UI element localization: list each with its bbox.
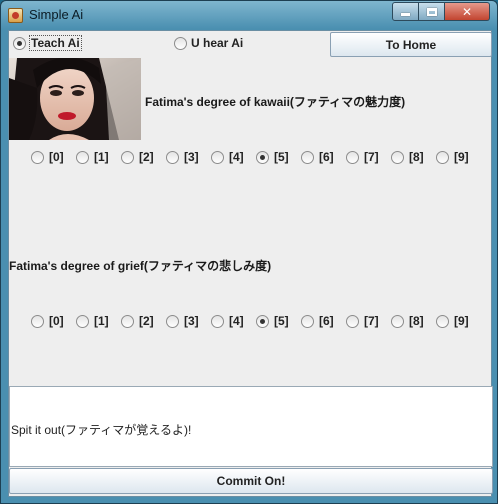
hear-ai-label: U hear Ai xyxy=(191,36,244,50)
kawaii-option-6[interactable]: [6] xyxy=(301,150,334,164)
kawaii-option-0[interactable]: [0] xyxy=(31,150,64,164)
radio-icon xyxy=(166,314,179,328)
commit-button[interactable]: Commit On! xyxy=(9,468,493,494)
radio-icon xyxy=(76,150,89,164)
kawaii-scale: [0] [1] [2] [3] [4] [5] [6] [7] [8] [9] xyxy=(31,150,481,166)
kawaii-option-4[interactable]: [4] xyxy=(211,150,244,164)
grief-option-8[interactable]: [8] xyxy=(391,314,424,328)
kawaii-option-8[interactable]: [8] xyxy=(391,150,424,164)
radio-icon xyxy=(121,150,134,164)
option-label: [1] xyxy=(94,314,109,328)
radio-icon xyxy=(436,314,449,328)
window-title: Simple Ai xyxy=(29,7,84,22)
radio-icon xyxy=(301,150,314,164)
app-window: Simple Ai ✕ Teach Ai U hear Ai To Home F… xyxy=(0,0,498,504)
option-label: [9] xyxy=(454,314,469,328)
option-label: [4] xyxy=(229,314,244,328)
radio-icon xyxy=(301,314,314,328)
option-label: [0] xyxy=(49,314,64,328)
portrait-image xyxy=(9,58,141,140)
kawaii-option-1[interactable]: [1] xyxy=(76,150,109,164)
message-input[interactable]: Spit it out(ファティマが覚えるよ)! xyxy=(9,386,493,467)
grief-option-1[interactable]: [1] xyxy=(76,314,109,328)
kawaii-option-3[interactable]: [3] xyxy=(166,150,199,164)
option-label: [1] xyxy=(94,150,109,164)
option-label: [2] xyxy=(139,314,154,328)
teach-ai-radio[interactable]: Teach Ai xyxy=(13,35,82,51)
option-label: [0] xyxy=(49,150,64,164)
grief-label: Fatima's degree of grief(ファティマの悲しみ度) xyxy=(9,259,272,273)
option-label: [8] xyxy=(409,314,424,328)
radio-icon xyxy=(256,314,269,328)
radio-icon xyxy=(346,314,359,328)
kawaii-option-5[interactable]: [5] xyxy=(256,150,289,164)
option-label: [3] xyxy=(184,150,199,164)
kawaii-option-9[interactable]: [9] xyxy=(436,150,469,164)
radio-icon xyxy=(211,314,224,328)
window-controls: ✕ xyxy=(392,2,490,21)
main-panel: Teach Ai U hear Ai To Home Fatima's degr… xyxy=(8,30,493,497)
kawaii-option-2[interactable]: [2] xyxy=(121,150,154,164)
radio-icon xyxy=(211,150,224,164)
option-label: [9] xyxy=(454,150,469,164)
option-label: [4] xyxy=(229,150,244,164)
radio-icon xyxy=(436,150,449,164)
minimize-icon xyxy=(401,13,410,16)
grief-option-9[interactable]: [9] xyxy=(436,314,469,328)
option-label: [5] xyxy=(274,314,289,328)
grief-option-4[interactable]: [4] xyxy=(211,314,244,328)
grief-option-0[interactable]: [0] xyxy=(31,314,64,328)
kawaii-label: Fatima's degree of kawaii(ファティマの魅力度) xyxy=(145,95,406,109)
grief-option-5[interactable]: [5] xyxy=(256,314,289,328)
option-label: [8] xyxy=(409,150,424,164)
radio-icon xyxy=(31,314,44,328)
grief-option-6[interactable]: [6] xyxy=(301,314,334,328)
app-icon xyxy=(8,8,23,23)
profile-photo xyxy=(9,58,141,140)
radio-icon xyxy=(256,150,269,164)
radio-icon xyxy=(31,150,44,164)
grief-option-2[interactable]: [2] xyxy=(121,314,154,328)
to-home-button[interactable]: To Home xyxy=(330,32,492,57)
mode-bar: Teach Ai U hear Ai To Home xyxy=(9,31,493,57)
close-icon: ✕ xyxy=(461,4,473,19)
option-label: [7] xyxy=(364,314,379,328)
radio-icon xyxy=(346,150,359,164)
option-label: [5] xyxy=(274,150,289,164)
title-bar[interactable]: Simple Ai ✕ xyxy=(1,1,497,29)
teach-ai-radio-icon xyxy=(13,36,26,50)
grief-option-7[interactable]: [7] xyxy=(346,314,379,328)
hear-ai-radio-icon xyxy=(174,36,187,50)
maximize-button[interactable] xyxy=(419,2,445,21)
teach-ai-label: Teach Ai xyxy=(29,35,82,51)
option-label: [2] xyxy=(139,150,154,164)
maximize-icon xyxy=(426,7,437,16)
grief-scale: [0] [1] [2] [3] [4] [5] [6] [7] [8] [9] xyxy=(31,314,481,330)
option-label: [6] xyxy=(319,150,334,164)
radio-icon xyxy=(391,150,404,164)
option-label: [7] xyxy=(364,150,379,164)
close-button[interactable]: ✕ xyxy=(445,2,490,21)
radio-icon xyxy=(391,314,404,328)
grief-option-3[interactable]: [3] xyxy=(166,314,199,328)
radio-icon xyxy=(76,314,89,328)
radio-icon xyxy=(121,314,134,328)
minimize-button[interactable] xyxy=(392,2,419,21)
radio-icon xyxy=(166,150,179,164)
option-label: [3] xyxy=(184,314,199,328)
kawaii-option-7[interactable]: [7] xyxy=(346,150,379,164)
option-label: [6] xyxy=(319,314,334,328)
hear-ai-radio[interactable]: U hear Ai xyxy=(174,36,243,50)
